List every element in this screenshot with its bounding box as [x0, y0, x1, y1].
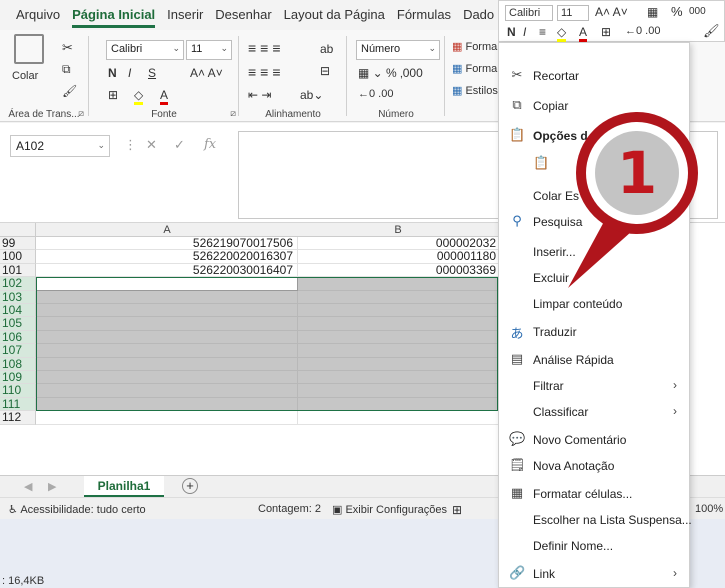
callout-number: 1 — [595, 131, 679, 215]
callout-pointer — [568, 218, 640, 288]
